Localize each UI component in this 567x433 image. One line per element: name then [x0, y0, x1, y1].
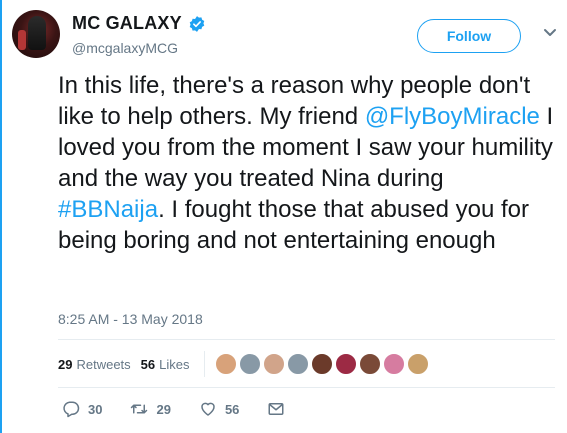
- liker-avatar[interactable]: [310, 353, 333, 375]
- liker-avatar[interactable]: [214, 353, 237, 375]
- retweet-icon: [131, 404, 148, 414]
- liker-avatars: [214, 353, 431, 375]
- likes-stat[interactable]: 56 Likes: [141, 357, 190, 372]
- reply-action[interactable]: 30: [62, 400, 102, 418]
- avatar-figure: [28, 16, 46, 50]
- user-handle[interactable]: @mcgalaxyMCG: [72, 40, 178, 56]
- likes-count: 56: [140, 356, 156, 372]
- reply-icon: [63, 401, 80, 418]
- retweets-count: 29: [58, 356, 73, 372]
- avatar[interactable]: [12, 10, 60, 58]
- divider: [58, 339, 555, 340]
- liker-avatar[interactable]: [406, 353, 429, 375]
- tweet-header: MC GALAXY @mcgalaxyMCG Follow: [12, 10, 557, 62]
- name-row[interactable]: MC GALAXY: [72, 13, 206, 34]
- follow-button[interactable]: Follow: [417, 19, 521, 53]
- liker-avatar[interactable]: [286, 353, 309, 375]
- thread-line: [0, 0, 2, 433]
- engagement-stats: 29 Retweets 56 Likes: [58, 349, 431, 379]
- tweet-actions: 30 29 56: [62, 400, 313, 418]
- chevron-down-icon[interactable]: [543, 28, 557, 38]
- liker-avatar[interactable]: [238, 353, 261, 375]
- stats-separator: [203, 351, 205, 377]
- reply-count: 30: [88, 401, 103, 417]
- verified-badge-icon: [189, 15, 205, 32]
- retweet-count: 29: [156, 401, 171, 417]
- liker-avatar[interactable]: [334, 353, 357, 375]
- liker-avatar[interactable]: [382, 353, 405, 375]
- tweet-text: In this life, there's a reason why peopl…: [58, 70, 554, 256]
- tweet-timestamp[interactable]: 8:25 AM - 13 May 2018: [58, 311, 203, 327]
- display-name[interactable]: MC GALAXY: [72, 13, 182, 34]
- heart-icon: [201, 402, 215, 416]
- mention-link[interactable]: @FlyBoyMiracle: [365, 103, 540, 130]
- hashtag-link[interactable]: #BBNaija: [58, 196, 158, 223]
- retweets-label: Retweets: [76, 356, 131, 372]
- like-count: 56: [224, 401, 240, 417]
- divider: [58, 387, 555, 388]
- like-action[interactable]: 56: [199, 400, 239, 418]
- retweets-stat[interactable]: 29 Retweets: [58, 357, 131, 372]
- likes-label: Likes: [159, 356, 190, 372]
- liker-avatar[interactable]: [358, 353, 381, 375]
- retweet-action[interactable]: 29: [130, 400, 171, 418]
- avatar-accent: [18, 30, 26, 50]
- direct-message-action[interactable]: [267, 400, 285, 418]
- envelope-icon: [268, 403, 284, 415]
- liker-avatar[interactable]: [262, 353, 285, 375]
